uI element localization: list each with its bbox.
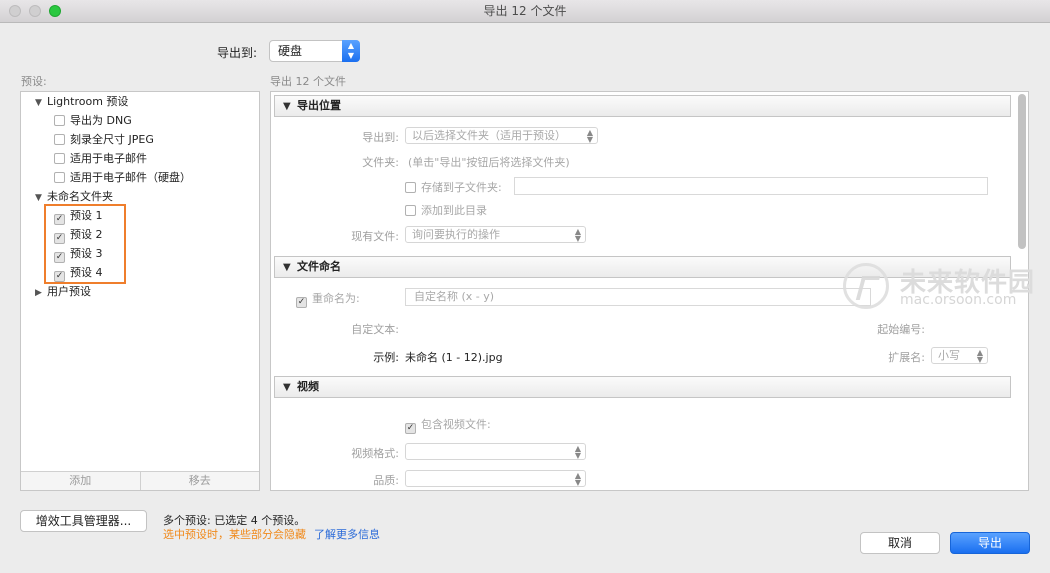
export-to-value: 硬盘 xyxy=(278,44,303,58)
presets-heading: 预设: xyxy=(21,75,47,88)
presets-panel: ▼ Lightroom 预设 导出为 DNG 刻录全尺寸 JPEG 适用于电子邮件… xyxy=(20,91,260,491)
checkbox-checked[interactable]: ✓ xyxy=(405,423,416,434)
subfolder-input[interactable] xyxy=(514,177,988,195)
section-export-location[interactable]: ▼ 导出位置 xyxy=(274,95,1011,117)
rename-template-select[interactable]: 自定名称 (x - y) xyxy=(405,288,871,306)
preset-item[interactable]: 适用于电子邮件（硬盘） xyxy=(54,168,191,187)
window-title: 导出 12 个文件 xyxy=(483,4,567,18)
preset-panel-buttons: 添加 移去 xyxy=(21,471,259,490)
disclosure-closed-icon[interactable]: ▶ xyxy=(35,284,47,303)
chevron-updown-icon: ▲ ▼ xyxy=(574,444,581,460)
video-format-label: 视频格式: xyxy=(351,447,399,460)
export-to-select[interactable]: 硬盘 ▲ ▼ xyxy=(269,40,360,62)
include-video-option[interactable]: ✓ 包含视频文件: xyxy=(405,416,491,434)
checkbox[interactable] xyxy=(405,182,416,193)
add-to-catalog-option[interactable]: 添加到此目录 xyxy=(405,202,487,218)
existing-files-label: 现有文件: xyxy=(351,230,399,243)
title-bar: 导出 12 个文件 xyxy=(0,0,1050,23)
example-value: 未命名 (1 - 12).jpg xyxy=(405,351,503,364)
preset-item[interactable]: 刻录全尺寸 JPEG xyxy=(54,130,154,149)
settings-heading: 导出 12 个文件 xyxy=(270,75,346,88)
disclosure-open-icon: ▼ xyxy=(283,382,291,393)
remove-preset-button[interactable]: 移去 xyxy=(141,472,260,490)
watermark-logo-icon xyxy=(843,263,889,309)
checkbox[interactable] xyxy=(405,205,416,216)
start-number-label: 起始编号: xyxy=(877,323,925,336)
video-format-select[interactable]: ▲ ▼ xyxy=(405,443,586,460)
disclosure-open-icon[interactable]: ▼ xyxy=(35,94,47,113)
custom-text-label: 自定文本: xyxy=(351,323,399,336)
selected-presets-highlight xyxy=(44,204,126,284)
minimize-window-button[interactable] xyxy=(29,5,41,17)
preset-group-lightroom[interactable]: ▼ Lightroom 预设 xyxy=(35,92,128,111)
section-video[interactable]: ▼ 视频 xyxy=(274,376,1011,398)
checkbox[interactable] xyxy=(54,172,65,183)
extension-select[interactable]: 小写 ▲ ▼ xyxy=(931,347,988,364)
learn-more-link[interactable]: 了解更多信息 xyxy=(314,526,380,542)
checkbox[interactable] xyxy=(54,153,65,164)
export-to-label: 导出到: xyxy=(217,46,258,60)
scrollbar-thumb[interactable] xyxy=(1018,94,1026,249)
checkbox-checked[interactable]: ✓ xyxy=(296,297,307,308)
export-location-select[interactable]: 以后选择文件夹（适用于预设） ▲ ▼ xyxy=(405,127,598,144)
export-button[interactable]: 导出 xyxy=(950,532,1030,554)
watermark-url: mac.orsoon.com xyxy=(900,292,1017,308)
extension-label: 扩展名: xyxy=(888,351,925,364)
chevron-updown-icon: ▲ ▼ xyxy=(574,471,581,487)
disclosure-open-icon: ▼ xyxy=(283,262,291,273)
add-preset-button[interactable]: 添加 xyxy=(21,472,141,490)
existing-files-select[interactable]: 询问要执行的操作 ▲ ▼ xyxy=(405,226,586,243)
disclosure-open-icon: ▼ xyxy=(283,101,291,112)
checkbox[interactable] xyxy=(54,134,65,145)
preset-item[interactable]: 导出为 DNG xyxy=(54,111,132,130)
plugin-manager-button[interactable]: 增效工具管理器... xyxy=(20,510,147,532)
preset-item[interactable]: 适用于电子邮件 xyxy=(54,149,147,168)
close-window-button[interactable] xyxy=(9,5,21,17)
cancel-button[interactable]: 取消 xyxy=(860,532,940,554)
rename-option[interactable]: ✓ 重命名为: xyxy=(296,290,360,308)
chevron-updown-icon: ▲ ▼ xyxy=(342,40,360,62)
zoom-window-button[interactable] xyxy=(49,5,61,17)
subfolder-option[interactable]: 存储到子文件夹: xyxy=(405,179,502,195)
chevron-updown-icon: ▲ ▼ xyxy=(574,227,581,243)
quality-label: 品质: xyxy=(373,474,399,487)
quality-select[interactable]: ▲ ▼ xyxy=(405,470,586,487)
checkbox[interactable] xyxy=(54,115,65,126)
chevron-updown-icon: ▲ ▼ xyxy=(586,128,593,144)
chevron-updown-icon: ▲ ▼ xyxy=(976,348,983,364)
example-label: 示例: xyxy=(373,351,399,364)
preset-group-user[interactable]: ▶ 用户预设 xyxy=(35,282,91,301)
folder-label: 文件夹: xyxy=(362,156,399,169)
folder-value: (单击"导出"按钮后将选择文件夹) xyxy=(408,156,570,169)
export-to-field-label: 导出到: xyxy=(362,131,399,144)
warning-text: 选中预设时，某些部分会隐藏 xyxy=(163,528,306,541)
